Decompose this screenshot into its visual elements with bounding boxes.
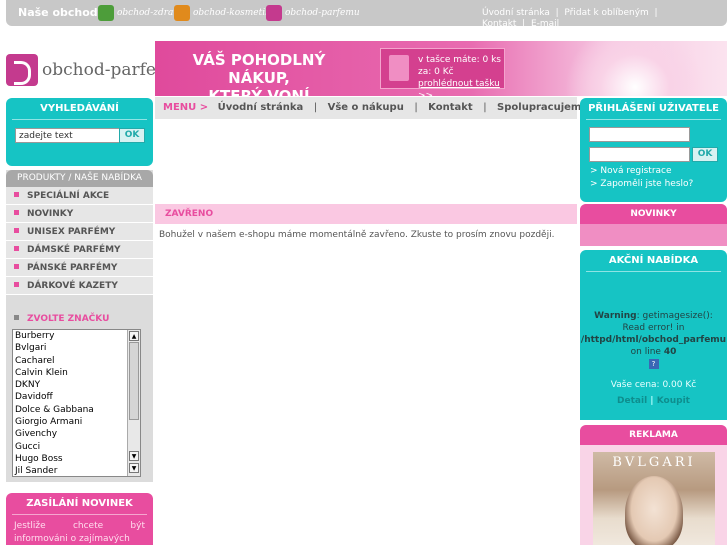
search-title: VYHLEDÁVÁNÍ bbox=[12, 98, 147, 120]
advert-title: REKLAMA bbox=[580, 425, 727, 445]
product-item-unisex[interactable]: UNISEX PARFÉMY bbox=[6, 223, 153, 241]
products-menu: PRODUKTY / NAŠE NABÍDKA SPECIÁLNÍ AKCE N… bbox=[6, 170, 153, 300]
php-warning: Warning: getimagesize(): Read error! in … bbox=[580, 311, 727, 369]
home-link[interactable]: Úvodní stránka bbox=[482, 8, 550, 18]
menu-shopping-info[interactable]: Vše o nákupu bbox=[328, 102, 404, 113]
newsletter-title: ZASÍLÁNÍ NOVINEK bbox=[12, 493, 147, 515]
bullet-icon bbox=[14, 192, 19, 197]
product-item-news[interactable]: NOVINKY bbox=[6, 205, 153, 223]
scroll-down-icon[interactable]: ▼ bbox=[129, 451, 139, 461]
our-shops-label: Naše obchody: bbox=[18, 6, 110, 19]
product-item-women[interactable]: DÁMSKÉ PARFÉMY bbox=[6, 241, 153, 259]
perfume-logo-icon bbox=[266, 5, 282, 21]
menu-home[interactable]: Úvodní stránka bbox=[218, 102, 304, 113]
brand-option[interactable]: Cacharel bbox=[13, 355, 140, 367]
brand-selector: ZVOLTE ZNAČKU Burberry Bvlgari Cacharel … bbox=[6, 300, 153, 482]
scroll-up-icon[interactable]: ▲ bbox=[129, 331, 139, 341]
shopping-bag-icon bbox=[389, 55, 409, 81]
advert-image[interactable]: BVLGARI bbox=[593, 452, 715, 545]
menu-partners[interactable]: Spolupracujeme bbox=[497, 102, 588, 113]
content-text: Bohužel v našem e-shopu máme momentálně … bbox=[159, 230, 555, 240]
add-favorites-link[interactable]: Přidat k oblíbeným bbox=[564, 8, 648, 18]
brand-option[interactable]: Calvin Klein bbox=[13, 367, 140, 379]
menu-label: MENU > bbox=[163, 102, 209, 113]
brand-option[interactable]: Bvlgari bbox=[13, 342, 140, 354]
offer-detail-link[interactable]: Detail bbox=[617, 396, 647, 406]
bullet-icon bbox=[14, 210, 19, 215]
cosmetics-icon bbox=[174, 5, 190, 21]
brand-listbox[interactable]: Burberry Bvlgari Cacharel Calvin Klein D… bbox=[12, 329, 141, 477]
brand-option[interactable]: Jil Sander bbox=[13, 465, 140, 476]
menu-contact[interactable]: Kontakt bbox=[428, 102, 473, 113]
scroll-down-icon[interactable]: ▼ bbox=[129, 463, 139, 473]
shop-link-zdravi[interactable]: obchod-zdravi bbox=[98, 4, 181, 22]
main-menu: MENU > Úvodní stránka | Vše o nákupu | K… bbox=[155, 97, 588, 119]
offer-buy-link[interactable]: Koupit bbox=[657, 396, 690, 406]
bullet-icon bbox=[14, 246, 19, 251]
product-item-gift-sets[interactable]: DÁRKOVÉ KAZETY bbox=[6, 277, 153, 295]
username-field[interactable] bbox=[589, 127, 690, 142]
slogan: VÁŠ POHODLNÝ NÁKUP, KTERÝ VONÍ bbox=[192, 51, 326, 96]
advert-box: REKLAMA BVLGARI bbox=[580, 425, 727, 545]
search-box: VYHLEDÁVÁNÍ OK bbox=[6, 98, 153, 166]
search-ok-button[interactable]: OK bbox=[119, 128, 145, 143]
products-title: PRODUKTY / NAŠE NABÍDKA bbox=[6, 170, 153, 187]
brand-option[interactable]: Davidoff bbox=[13, 391, 140, 403]
brand-scrollbar[interactable]: ▲ ▼ ▼ bbox=[127, 330, 140, 476]
advert-brand: BVLGARI bbox=[612, 455, 696, 470]
brand-option[interactable]: Hugo Boss bbox=[13, 453, 140, 465]
top-bar: Naše obchody: obchod-zdravi obchod-kosme… bbox=[6, 0, 727, 29]
leaf-icon bbox=[98, 5, 114, 21]
login-title: PŘIHLÁŠENÍ UŽIVATELE bbox=[586, 98, 721, 120]
bullet-icon bbox=[14, 264, 19, 269]
brand-option[interactable]: Givenchy bbox=[13, 428, 140, 440]
product-item-men[interactable]: PÁNSKÉ PARFÉMY bbox=[6, 259, 153, 277]
lotus-flower-image bbox=[565, 41, 705, 96]
register-link[interactable]: > Nová registrace bbox=[590, 166, 672, 176]
shop-link-parfemu[interactable]: obchod-parfemu bbox=[266, 4, 360, 22]
contact-link[interactable]: Kontakt bbox=[482, 19, 516, 29]
newsletter-box: ZASÍLÁNÍ NOVINEK Jestliže chcete být inf… bbox=[6, 493, 153, 545]
product-item-special[interactable]: SPECIÁLNÍ AKCE bbox=[6, 187, 153, 205]
bullet-icon bbox=[14, 282, 19, 287]
model-photo bbox=[625, 476, 683, 545]
scroll-thumb[interactable] bbox=[129, 342, 139, 420]
brand-option[interactable]: Giorgio Armani bbox=[13, 416, 140, 428]
special-offer-title: AKČNÍ NABÍDKA bbox=[586, 250, 721, 272]
content-heading: ZAVŘENO bbox=[155, 204, 577, 224]
offer-price: Vaše cena: 0.00 Kč bbox=[610, 380, 697, 390]
forgot-password-link[interactable]: > Zapoměli jste heslo? bbox=[590, 179, 693, 189]
news-box: NOVINKY bbox=[580, 204, 727, 246]
shop-link-kosmetiky[interactable]: obchod-kosmetiky bbox=[174, 4, 276, 22]
bullet-icon bbox=[14, 228, 19, 233]
news-title: NOVINKY bbox=[580, 204, 727, 224]
login-ok-button[interactable]: OK bbox=[692, 147, 718, 162]
cart-items: v tašce máte: 0 ks bbox=[418, 55, 501, 65]
broken-image-icon: ? bbox=[648, 359, 659, 369]
login-box: PŘIHLÁŠENÍ UŽIVATELE OK > Nová registrac… bbox=[580, 98, 727, 202]
brand-title: ZVOLTE ZNAČKU bbox=[27, 314, 110, 324]
search-input[interactable] bbox=[15, 128, 121, 143]
special-offer-box: AKČNÍ NABÍDKA Warning: getimagesize(): R… bbox=[580, 250, 727, 420]
view-cart-link[interactable]: prohlédnout tašku bbox=[418, 79, 500, 89]
brand-option[interactable]: Burberry bbox=[13, 330, 140, 342]
header-banner: VÁŠ POHODLNÝ NÁKUP, KTERÝ VONÍ v tašce m… bbox=[155, 41, 727, 96]
shopping-bag-box: v tašce máte: 0 ks za: 0 Kč prohlédnout … bbox=[380, 48, 505, 96]
brand-option[interactable]: Dolce & Gabbana bbox=[13, 404, 140, 416]
newsletter-text: Jestliže chcete být informováni o zajíma… bbox=[14, 521, 145, 544]
password-field[interactable] bbox=[589, 147, 690, 162]
logo-icon bbox=[6, 54, 38, 86]
top-links: Úvodní stránka | Přidat k oblíbeným | Ko… bbox=[482, 8, 661, 29]
brand-option[interactable]: DKNY bbox=[13, 379, 140, 391]
cart-arrows: >> bbox=[418, 91, 434, 96]
cart-total: za: 0 Kč bbox=[418, 67, 454, 77]
brand-option[interactable]: Gucci bbox=[13, 441, 140, 453]
bullet-icon bbox=[14, 315, 19, 320]
email-link[interactable]: E-mail bbox=[531, 19, 559, 29]
